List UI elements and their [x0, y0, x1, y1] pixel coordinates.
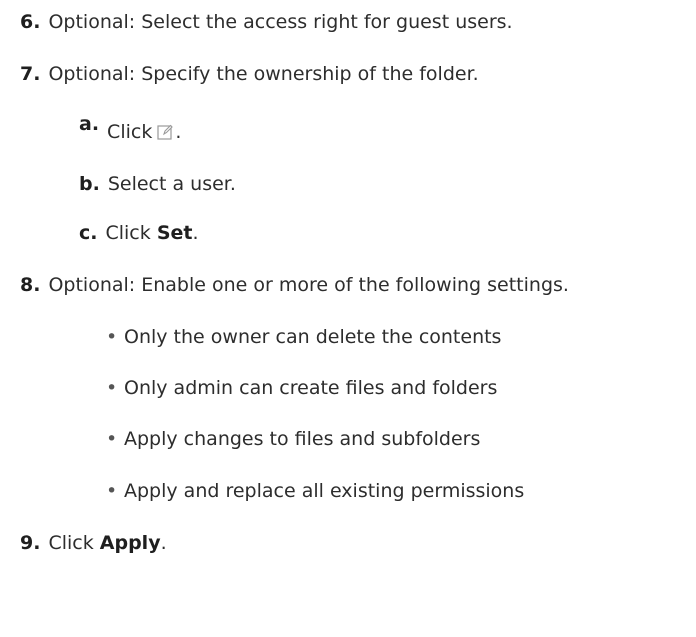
bullet-icon: •: [106, 428, 118, 450]
bullet-icon: •: [106, 480, 118, 502]
substep-letter: c.: [79, 222, 98, 244]
step-9: 9. Click Apply.: [20, 531, 167, 555]
apply-label: Apply: [99, 532, 161, 554]
substep-text: Select a user.: [107, 173, 236, 195]
substep-prefix: Click: [107, 121, 153, 143]
setting-text: Only the owner can delete the contents: [124, 326, 502, 348]
step-number: 9.: [20, 532, 41, 554]
substep-letter: b.: [79, 173, 100, 195]
substep-prefix: Click: [105, 222, 157, 244]
bullet-icon: •: [106, 326, 118, 348]
step-suffix: .: [160, 532, 167, 554]
step-number: 8.: [20, 274, 41, 296]
setting-item: • Apply changes to files and subfolders: [106, 427, 480, 451]
substep-suffix: .: [175, 121, 182, 143]
step-number: 7.: [20, 63, 41, 85]
bullet-icon: •: [106, 377, 118, 399]
substep-a: a. Click.: [79, 113, 182, 147]
setting-text: Only admin can create files and folders: [124, 377, 498, 399]
substep-letter: a.: [79, 113, 100, 135]
step-text: Optional: Specify the ownership of the f…: [48, 63, 479, 85]
step-6: 6. Optional: Select the access right for …: [20, 10, 513, 34]
setting-item: • Only the owner can delete the contents: [106, 325, 501, 349]
substep-b: b. Select a user.: [79, 172, 236, 196]
setting-text: Apply changes to files and subfolders: [124, 428, 481, 450]
step-text: Optional: Enable one or more of the foll…: [48, 274, 569, 296]
step-text: Optional: Select the access right for gu…: [48, 11, 513, 33]
step-prefix: Click: [48, 532, 100, 554]
substep-suffix: .: [192, 222, 199, 244]
setting-item: • Only admin can create files and folders: [106, 376, 497, 400]
set-label: Set: [156, 222, 193, 244]
setting-item: • Apply and replace all existing permissi…: [106, 479, 524, 503]
step-8: 8. Optional: Enable one or more of the fo…: [20, 273, 569, 297]
edit-icon: [156, 123, 174, 147]
step-number: 6.: [20, 11, 41, 33]
step-7: 7. Optional: Specify the ownership of the…: [20, 62, 479, 86]
setting-text: Apply and replace all existing permissio…: [124, 480, 525, 502]
substep-c: c. Click Set.: [79, 221, 199, 245]
